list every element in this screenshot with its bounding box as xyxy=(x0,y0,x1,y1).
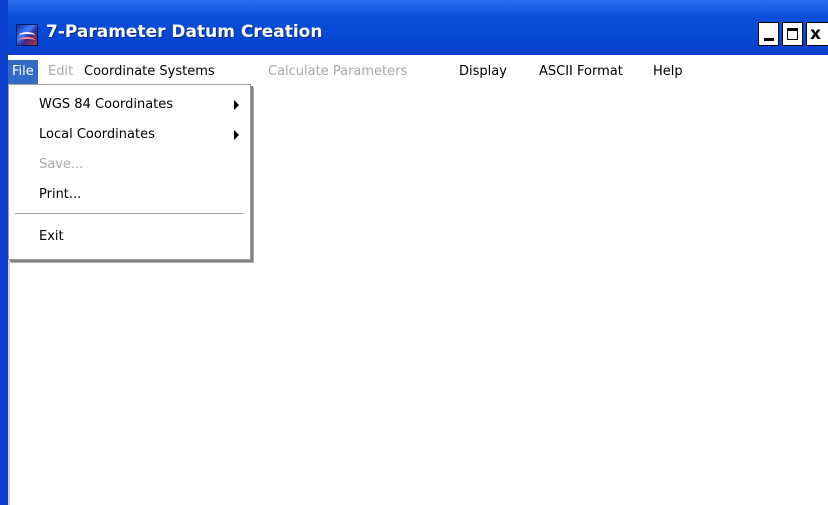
menu-item-print[interactable]: Print... xyxy=(9,183,249,207)
chevron-right-icon xyxy=(234,130,239,140)
menu-item-label: Local Coordinates xyxy=(39,127,155,142)
maximize-icon xyxy=(787,28,798,40)
menu-coordinate-systems[interactable]: Coordinate Systems xyxy=(80,60,219,84)
menu-item-exit[interactable]: Exit xyxy=(9,225,249,249)
menu-item-label: WGS 84 Coordinates xyxy=(39,97,174,112)
menu-item-save[interactable]: Save... xyxy=(9,153,249,177)
app-globe-icon[interactable] xyxy=(16,24,38,46)
close-button[interactable]: x xyxy=(806,22,828,46)
title-bar[interactable]: 7-Parameter Datum Creation x xyxy=(0,0,828,55)
chevron-right-icon xyxy=(234,100,239,110)
menu-separator xyxy=(15,213,243,215)
menu-item-local-coordinates[interactable]: Local Coordinates xyxy=(9,123,249,147)
file-menu-dropdown: WGS 84 Coordinates Local Coordinates Sav… xyxy=(8,84,251,260)
close-icon: x xyxy=(810,24,821,44)
menu-file[interactable]: File xyxy=(8,60,38,84)
menu-help[interactable]: Help xyxy=(649,60,687,84)
app-window: 7-Parameter Datum Creation x File Edit C… xyxy=(0,0,828,505)
menu-display[interactable]: Display xyxy=(455,60,511,84)
minimize-icon xyxy=(764,38,774,41)
maximize-button[interactable] xyxy=(782,22,803,46)
menu-edit[interactable]: Edit xyxy=(44,60,77,84)
menu-calculate-parameters[interactable]: Calculate Parameters xyxy=(264,60,411,84)
window-title: 7-Parameter Datum Creation xyxy=(46,22,323,42)
menu-bar: File Edit Coordinate Systems Calculate P… xyxy=(8,60,828,84)
menu-item-wgs84-coordinates[interactable]: WGS 84 Coordinates xyxy=(9,93,249,117)
minimize-button[interactable] xyxy=(758,22,779,46)
menu-item-label: Print... xyxy=(39,187,82,202)
menu-item-label: Exit xyxy=(39,229,64,244)
window-left-border xyxy=(0,0,8,505)
menu-ascii-format[interactable]: ASCII Format xyxy=(535,60,627,84)
menu-item-label: Save... xyxy=(39,157,84,172)
